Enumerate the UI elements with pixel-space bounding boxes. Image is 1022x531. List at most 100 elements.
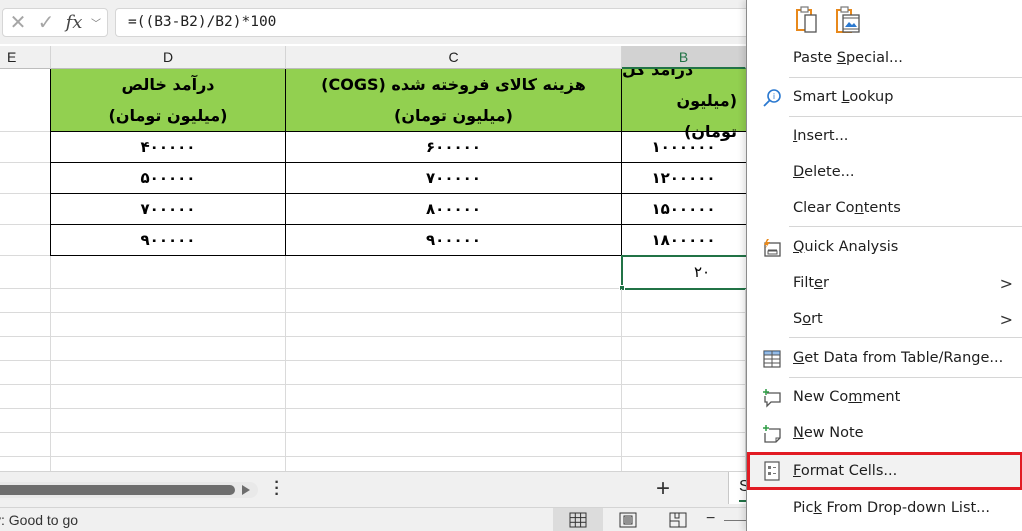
- header-cell-net-income[interactable]: درآمد خالص (میلیون تومان): [50, 69, 286, 132]
- scroll-right-icon[interactable]: [242, 485, 250, 495]
- cell[interactable]: [286, 457, 622, 471]
- cell[interactable]: [0, 409, 51, 433]
- normal-view-button[interactable]: [553, 508, 603, 531]
- cell[interactable]: [286, 385, 622, 409]
- menu-item-quick-analysis[interactable]: Quick Analysis: [747, 230, 1022, 264]
- close-icon[interactable]: ✕: [3, 9, 33, 36]
- cell[interactable]: [286, 256, 622, 289]
- cell[interactable]: [51, 313, 286, 337]
- empty-row: [0, 457, 746, 471]
- grid-icon: [569, 512, 587, 528]
- cell[interactable]: [0, 194, 51, 225]
- formula-input[interactable]: =((B3-B2)/B2)*100: [115, 8, 760, 37]
- accessibility-status[interactable]: y: Good to go: [0, 512, 78, 528]
- formula-bar-controls: ✕ ✓ fx ﹀: [2, 8, 108, 37]
- cell[interactable]: [0, 289, 51, 313]
- horizontal-scrollbar[interactable]: [0, 482, 258, 498]
- menu-item-sort[interactable]: Sort >: [747, 302, 1022, 336]
- table-row: ۴۰۰۰۰۰ ۶۰۰۰۰۰ ۱۰۰۰۰۰۰: [0, 132, 746, 163]
- menu-item-get-data[interactable]: Get Data from Table/Range...: [747, 341, 1022, 375]
- column-header-d[interactable]: D: [51, 46, 286, 69]
- cell[interactable]: [0, 361, 51, 385]
- cell[interactable]: [0, 337, 51, 361]
- data-cell[interactable]: ۱۸۰۰۰۰۰: [622, 225, 746, 256]
- cell[interactable]: [0, 225, 51, 256]
- chevron-down-icon[interactable]: ﹀: [89, 9, 103, 36]
- cell[interactable]: [0, 69, 51, 132]
- paste-icon[interactable]: [795, 4, 821, 34]
- more-options-icon[interactable]: · · ·: [272, 475, 282, 503]
- page-break-view-button[interactable]: [653, 508, 703, 531]
- add-sheet-button[interactable]: +: [652, 476, 674, 502]
- cell[interactable]: [286, 337, 622, 361]
- cell[interactable]: [286, 433, 622, 457]
- selected-cell-b6[interactable]: ۲۰: [621, 255, 746, 290]
- cell[interactable]: [51, 433, 286, 457]
- cell[interactable]: [51, 256, 286, 289]
- empty-row: [0, 433, 746, 457]
- cell[interactable]: [286, 409, 622, 433]
- menu-item-format-cells[interactable]: Format Cells...: [747, 452, 1022, 490]
- column-header-e[interactable]: E: [0, 46, 51, 69]
- cell[interactable]: [51, 457, 286, 471]
- zoom-out-button[interactable]: −: [706, 510, 715, 528]
- cell[interactable]: [51, 361, 286, 385]
- data-cell[interactable]: ۱۰۰۰۰۰۰: [622, 132, 746, 163]
- column-header-c[interactable]: C: [286, 46, 622, 69]
- data-cell[interactable]: ۹۰۰۰۰۰: [286, 225, 622, 256]
- cell[interactable]: [0, 163, 51, 194]
- cell[interactable]: [622, 457, 746, 471]
- cell[interactable]: [51, 337, 286, 361]
- cell[interactable]: [0, 385, 51, 409]
- cell[interactable]: [286, 289, 622, 313]
- menu-item-smart-lookup[interactable]: i Smart Lookup: [747, 80, 1022, 114]
- data-cell[interactable]: ۷۰۰۰۰۰: [286, 163, 622, 194]
- status-bar: y: Good to go −: [0, 507, 754, 531]
- formula-bar: ✕ ✓ fx ﹀ =((B3-B2)/B2)*100: [0, 0, 760, 44]
- menu-item-new-note[interactable]: New Note: [747, 416, 1022, 450]
- cell[interactable]: [622, 385, 746, 409]
- cell[interactable]: [51, 289, 286, 313]
- cell[interactable]: [622, 409, 746, 433]
- cell[interactable]: [622, 289, 746, 313]
- column-header-b[interactable]: B: [622, 46, 746, 69]
- cell[interactable]: [622, 337, 746, 361]
- paste-picture-icon[interactable]: [835, 4, 861, 34]
- cell[interactable]: [286, 313, 622, 337]
- cell[interactable]: [0, 256, 51, 289]
- empty-row: [0, 361, 746, 385]
- data-cell[interactable]: ۶۰۰۰۰۰: [286, 132, 622, 163]
- cell[interactable]: [51, 409, 286, 433]
- cell[interactable]: [286, 361, 622, 385]
- data-cell[interactable]: ۱۵۰۰۰۰۰: [622, 194, 746, 225]
- checkmark-icon[interactable]: ✓: [33, 9, 59, 36]
- menu-item-filter[interactable]: Filter >: [747, 266, 1022, 300]
- header-cell-total-revenue[interactable]: درآمد کل (میلیون تومان): [622, 69, 746, 141]
- menu-separator: [789, 226, 1022, 227]
- cell[interactable]: [0, 433, 51, 457]
- cell[interactable]: [0, 457, 51, 471]
- header-cell-cogs[interactable]: هزینه کالای فروخته شده (COGS) (میلیون تو…: [286, 69, 622, 132]
- menu-label: Paste Special...: [793, 50, 903, 66]
- menu-item-paste-special[interactable]: Paste Special...: [747, 41, 1022, 75]
- data-cell[interactable]: ۸۰۰۰۰۰: [286, 194, 622, 225]
- insert-function-button[interactable]: fx: [59, 9, 89, 36]
- scrollbar-thumb[interactable]: [0, 485, 235, 495]
- menu-item-clear-contents[interactable]: Clear Contents: [747, 191, 1022, 225]
- cell[interactable]: [0, 132, 51, 163]
- data-cell[interactable]: ۷۰۰۰۰۰: [50, 194, 286, 225]
- cell[interactable]: [622, 361, 746, 385]
- cell[interactable]: [622, 433, 746, 457]
- page-layout-view-button[interactable]: [603, 508, 653, 531]
- data-cell[interactable]: ۴۰۰۰۰۰: [50, 132, 286, 163]
- cell[interactable]: [0, 313, 51, 337]
- menu-item-new-comment[interactable]: New Comment: [747, 380, 1022, 414]
- data-cell[interactable]: ۱۲۰۰۰۰۰: [622, 163, 746, 194]
- cell[interactable]: [51, 385, 286, 409]
- data-cell[interactable]: ۵۰۰۰۰۰: [50, 163, 286, 194]
- data-cell[interactable]: ۹۰۰۰۰۰: [50, 225, 286, 256]
- cell[interactable]: [622, 313, 746, 337]
- menu-item-pick-from-list[interactable]: Pick From Drop-down List...: [747, 491, 1022, 525]
- menu-item-insert[interactable]: Insert...: [747, 119, 1022, 153]
- menu-item-delete[interactable]: Delete...: [747, 155, 1022, 189]
